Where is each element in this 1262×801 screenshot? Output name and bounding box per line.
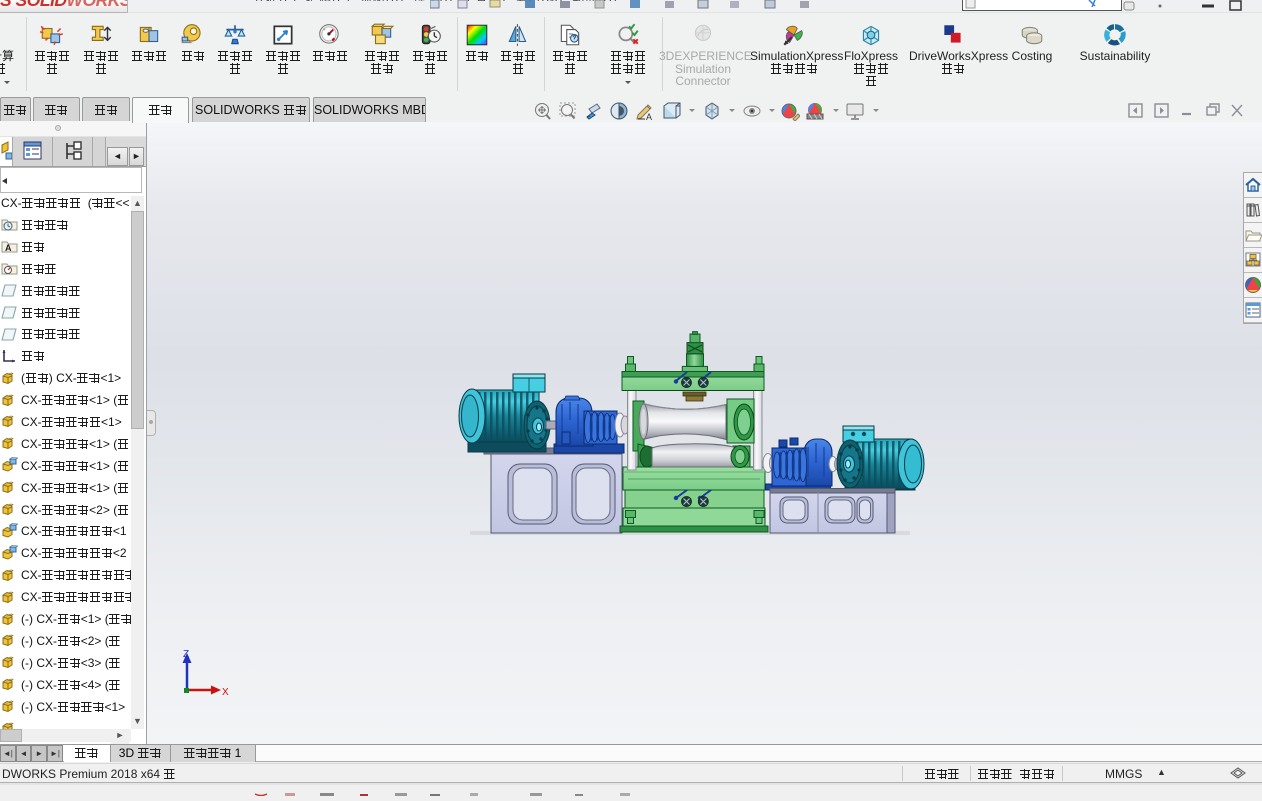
svg-text:X: X [222,687,229,697]
svg-text:A: A [5,243,12,253]
svg-text:A: A [646,112,652,121]
